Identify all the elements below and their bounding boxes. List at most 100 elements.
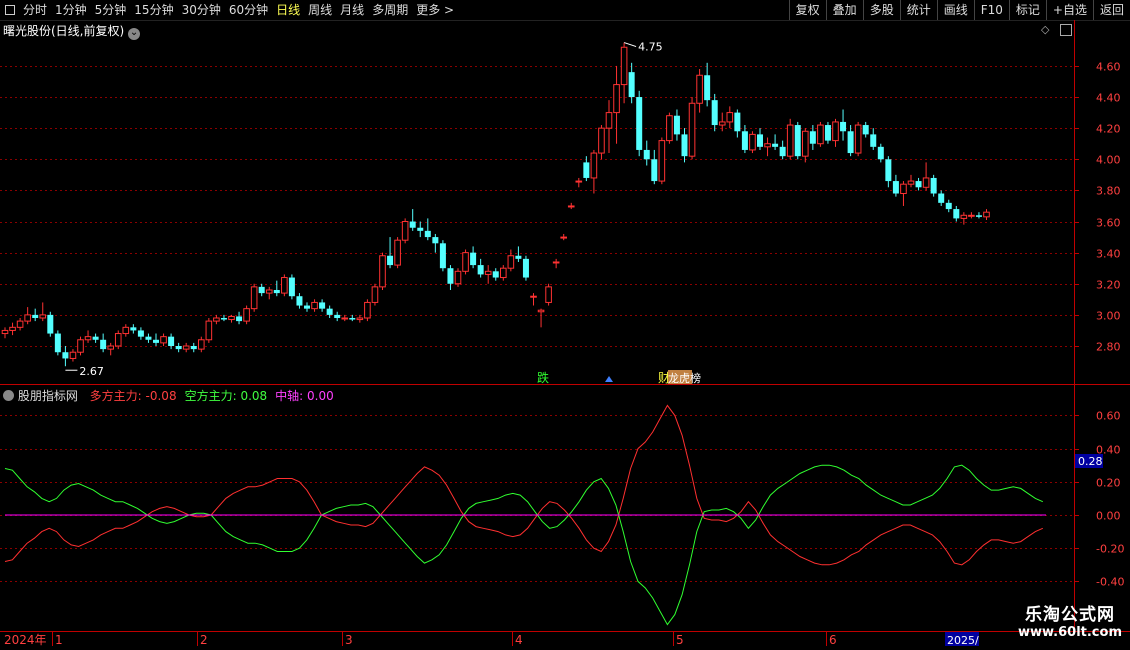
candle-body-104 (786, 124, 794, 157)
year-end-label: 2025/ (947, 634, 979, 647)
candle-body-1 (9, 326, 16, 331)
month-label-3: 4 (515, 633, 523, 647)
candle-body-4 (32, 314, 39, 318)
candle-body-105 (794, 125, 801, 157)
candle-body-62 (470, 252, 477, 266)
ind-series-0 (4, 404, 1044, 566)
candle-body-108 (817, 124, 824, 145)
candle-body-6 (47, 314, 54, 334)
candle-body-51 (387, 255, 394, 266)
candle-body-128 (968, 214, 975, 217)
candle-body-73 (552, 261, 560, 264)
candle-body-16 (122, 326, 130, 335)
candle-body-15 (114, 333, 122, 347)
candle-body-113 (854, 124, 862, 154)
candle-body-130 (983, 211, 990, 218)
diamond-icon[interactable]: ◇ (1041, 23, 1049, 36)
indicator-label-2: 中轴: 0.00 (275, 389, 334, 403)
candle-body-97 (734, 112, 741, 132)
month-label-2: 3 (345, 633, 353, 647)
candle-body-57 (432, 237, 439, 244)
candle-body-48 (364, 301, 371, 319)
candle-body-124 (938, 193, 945, 203)
candle-body-80 (605, 112, 613, 129)
candle-body-103 (779, 146, 786, 157)
candle-body-112 (847, 131, 854, 154)
candle-body-89 (673, 115, 680, 135)
candle-body-40 (304, 305, 310, 309)
price-tick-label-2: 3.20 (1096, 279, 1121, 292)
candle-body-58 (439, 243, 446, 269)
ind-series-1 (4, 464, 1044, 626)
month-label-5: 6 (829, 633, 837, 647)
candle-body-56 (424, 230, 431, 238)
watermark-line1: 乐淘公式网 (1024, 605, 1115, 625)
candle-body-22 (168, 336, 175, 346)
candle-body-0 (1, 329, 9, 335)
candle-body-66 (500, 267, 507, 279)
ind-tick-label-1: -0.20 (1096, 543, 1124, 556)
candle-body-55 (417, 227, 424, 231)
candle-body-11 (84, 336, 92, 341)
candle-body-63 (477, 265, 484, 275)
candle-body-32 (243, 308, 250, 322)
candle-body-44 (334, 314, 341, 318)
candle-body-83 (628, 72, 635, 98)
candle-body-127 (960, 214, 968, 219)
indicator-dropdown-icon[interactable] (3, 390, 14, 401)
candle-body-70 (530, 295, 537, 298)
candle-body-60 (454, 270, 462, 285)
cursor-value-label: 0.28 (1078, 455, 1103, 468)
maximize-icon[interactable] (1060, 24, 1072, 36)
candle-body-117 (885, 159, 892, 182)
candle-body-21 (160, 336, 167, 344)
candle-body-19 (145, 336, 152, 340)
candle-body-94 (711, 100, 718, 126)
candle-body-101 (764, 143, 771, 148)
candle-body-5 (39, 314, 47, 319)
candle-body-114 (862, 125, 869, 135)
candle-body-85 (643, 149, 650, 160)
month-label-0: 1 (55, 633, 63, 647)
price-tick-label-5: 3.80 (1096, 185, 1121, 198)
candle-body-49 (371, 286, 379, 303)
candle-body-25 (190, 346, 197, 350)
candle-body-53 (401, 221, 409, 241)
candle-body-9 (69, 351, 77, 359)
ind-tick-label-5: 0.60 (1096, 410, 1121, 423)
candle-body-18 (137, 330, 144, 337)
price-tick-label-8: 4.40 (1096, 92, 1121, 105)
candle-body-54 (409, 221, 416, 228)
title-dropdown-icon[interactable]: ⌄ (128, 28, 141, 40)
ind-tick-label-0: -0.40 (1096, 576, 1124, 589)
candle-body-99 (749, 133, 756, 151)
candle-body-72 (545, 286, 552, 303)
candle-body-38 (288, 277, 295, 297)
candle-body-30 (228, 315, 235, 321)
candle-body-39 (296, 296, 303, 306)
candle-body-61 (462, 252, 469, 272)
candle-body-115 (870, 134, 877, 147)
candle-body-67 (507, 255, 515, 269)
event-rank-label: 龙虎榜 (668, 371, 701, 385)
candle-body-29 (220, 317, 227, 320)
candle-body-86 (651, 159, 658, 182)
candle-body-79 (598, 127, 605, 154)
candle-body-7 (54, 333, 61, 353)
candle-body-36 (273, 289, 280, 294)
candle-body-95 (718, 121, 726, 126)
candle-body-100 (757, 134, 763, 147)
candle-body-23 (175, 346, 182, 350)
indicator-name[interactable]: 股朋指标网 (18, 389, 78, 403)
candle-body-77 (583, 162, 590, 178)
candle-body-31 (236, 316, 243, 322)
candle-body-37 (281, 277, 288, 294)
candle-body-33 (250, 286, 258, 310)
candle-body-71 (537, 309, 545, 313)
candle-body-14 (107, 345, 115, 350)
candle-body-92 (696, 74, 703, 104)
candle-body-87 (658, 140, 666, 182)
stock-title-text: 曙光股份(日线,前复权) (3, 24, 125, 38)
event-arrow-icon (605, 376, 613, 382)
low-price-label: 2.67 (79, 365, 104, 378)
